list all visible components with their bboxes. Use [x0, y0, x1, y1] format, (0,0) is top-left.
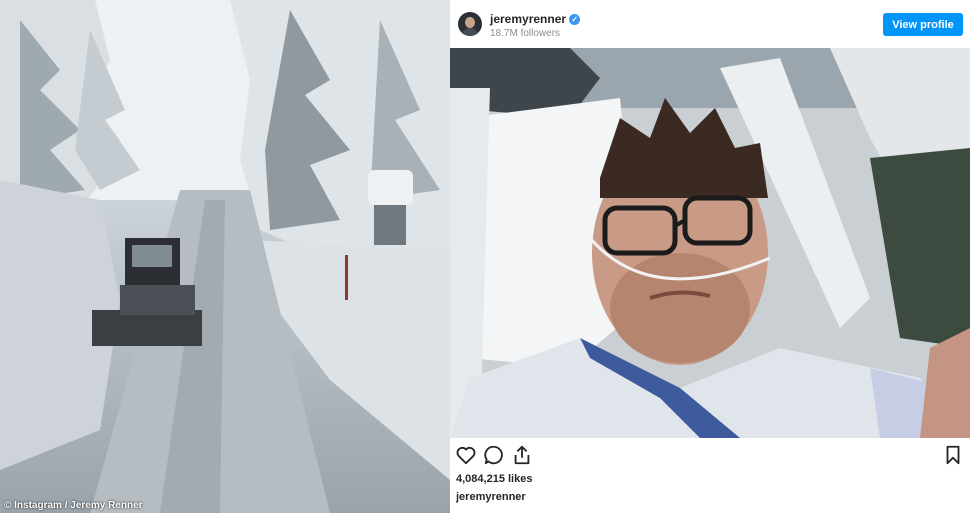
comment-icon[interactable]	[483, 444, 505, 466]
username[interactable]: jeremyrenner ✓	[490, 12, 581, 26]
likes-count[interactable]: 4,084,215 likes	[456, 473, 532, 485]
post-actions	[450, 442, 970, 468]
snow-plow-photo: © Instagram / Jeremy Renner	[0, 0, 450, 513]
hospital-selfie-photo[interactable]	[450, 48, 970, 438]
post-header: jeremyrenner ✓ 18.7M followers View profi…	[450, 0, 970, 48]
bookmark-icon[interactable]	[942, 444, 964, 466]
username-text[interactable]: jeremyrenner	[490, 12, 566, 26]
avatar[interactable]	[458, 12, 482, 36]
followers-count: 18.7M followers	[490, 28, 561, 39]
share-icon[interactable]	[511, 444, 533, 466]
verified-badge-icon: ✓	[569, 14, 581, 25]
instagram-post: jeremyrenner ✓ 18.7M followers View profi…	[450, 0, 970, 513]
photo-credit: © Instagram / Jeremy Renner	[4, 500, 143, 511]
heart-icon[interactable]	[455, 444, 477, 466]
caption-username[interactable]: jeremyrenner	[456, 491, 526, 503]
view-profile-button[interactable]: View profile	[883, 13, 963, 36]
